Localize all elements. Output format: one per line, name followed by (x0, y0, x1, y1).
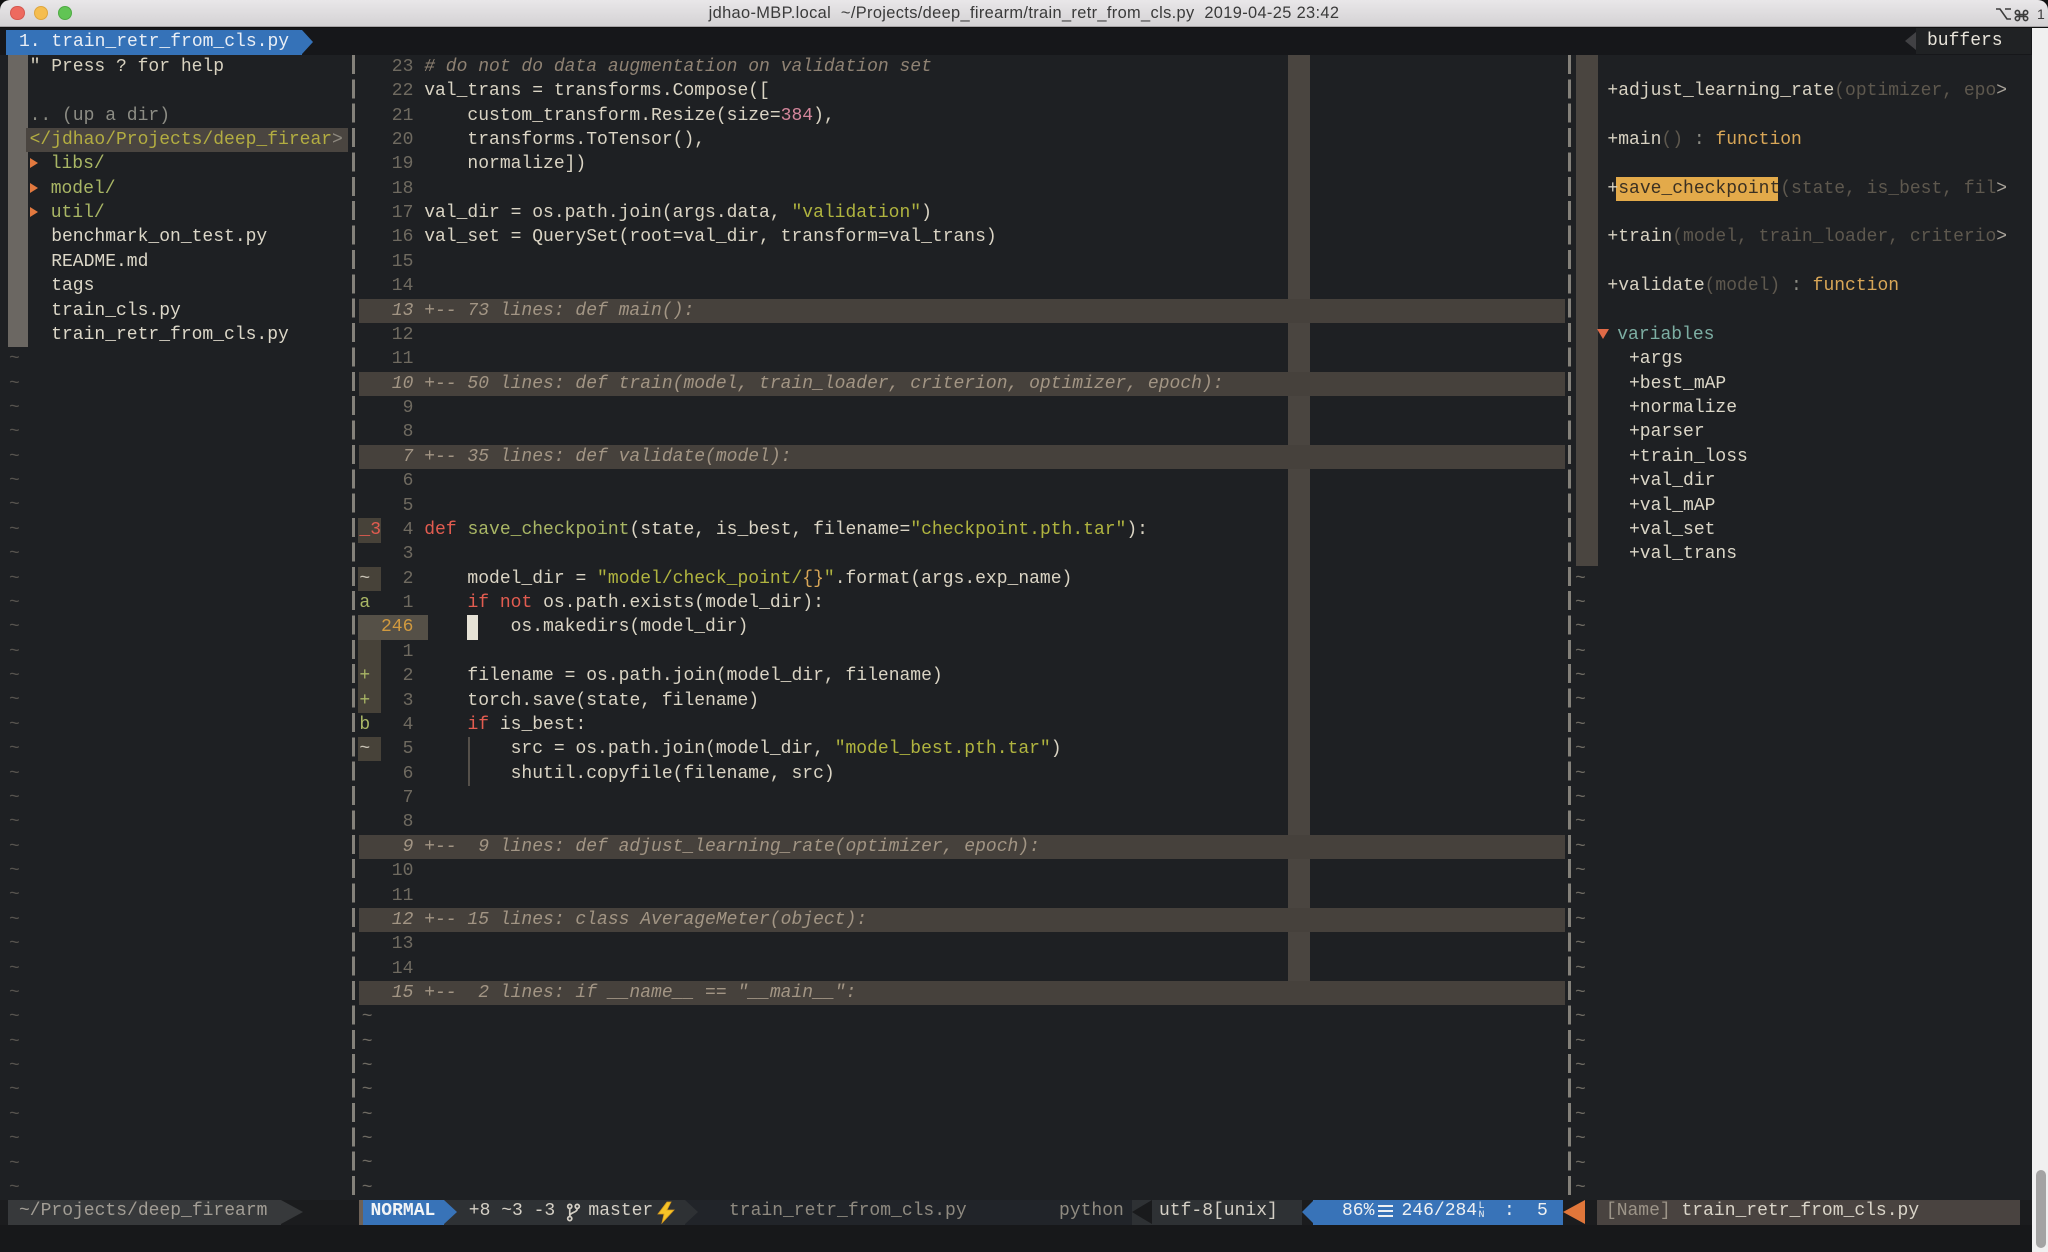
svg-text:1: 1 (2037, 6, 2045, 22)
